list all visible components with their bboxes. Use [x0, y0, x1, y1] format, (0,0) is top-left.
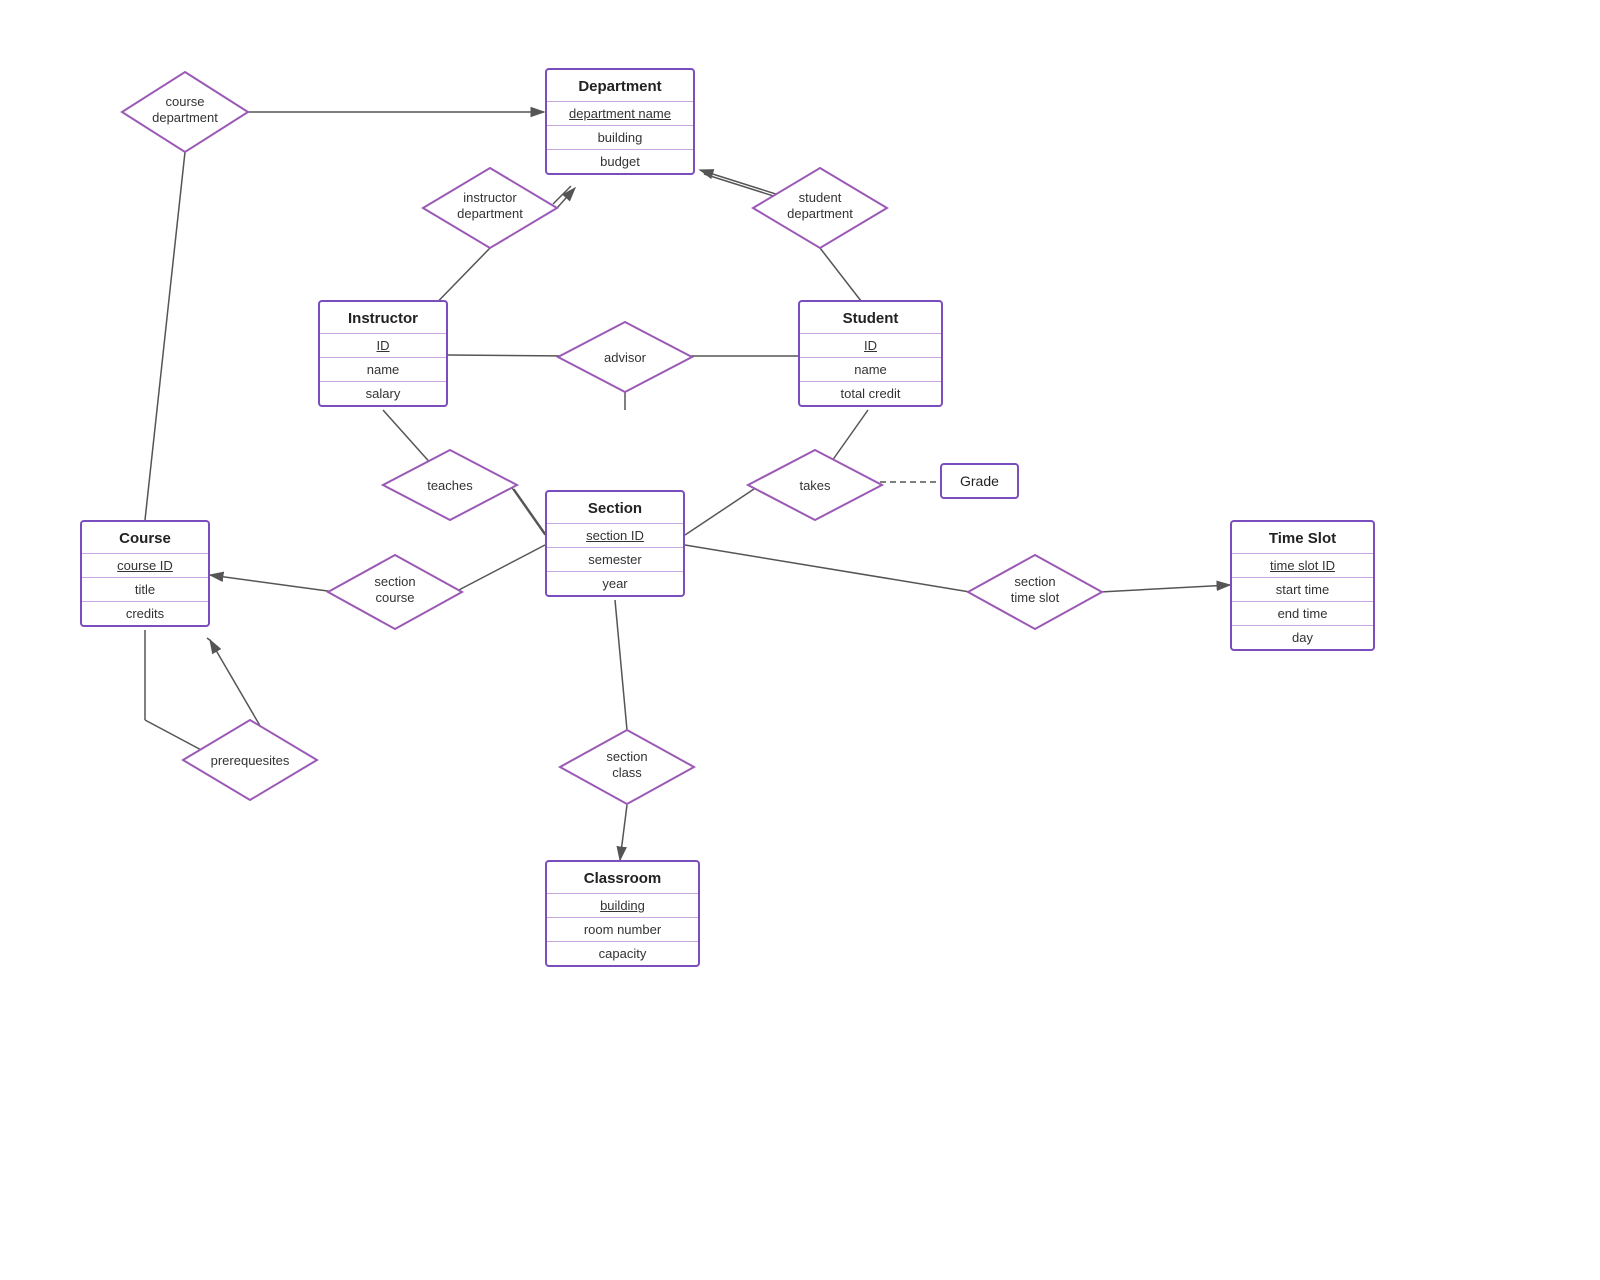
classroom-attr-capacity: capacity: [547, 941, 698, 965]
timeslot-attr-id: time slot ID: [1232, 553, 1373, 577]
student-attr-id: ID: [800, 333, 941, 357]
section-attr-semester: semester: [547, 547, 683, 571]
timeslot-attr-end: end time: [1232, 601, 1373, 625]
student-attr-credit: total credit: [800, 381, 941, 405]
dept-attr-name: department name: [547, 101, 693, 125]
department-entity: Department department name building budg…: [545, 68, 695, 175]
course-attr-credits: credits: [82, 601, 208, 625]
timeslot-title: Time Slot: [1232, 522, 1373, 553]
timeslot-attr-day: day: [1232, 625, 1373, 649]
section-attr-id: section ID: [547, 523, 683, 547]
grade-box: Grade: [940, 463, 1019, 499]
student-entity: Student ID name total credit: [798, 300, 943, 407]
department-title: Department: [547, 70, 693, 101]
classroom-title: Classroom: [547, 862, 698, 893]
dept-attr-building: building: [547, 125, 693, 149]
classroom-entity: Classroom building room number capacity: [545, 860, 700, 967]
svg-text:section: section: [1014, 574, 1055, 589]
svg-text:advisor: advisor: [604, 350, 647, 365]
svg-text:takes: takes: [799, 478, 831, 493]
section-title: Section: [547, 492, 683, 523]
dept-attr-budget: budget: [547, 149, 693, 173]
student-title: Student: [800, 302, 941, 333]
timeslot-entity: Time Slot time slot ID start time end ti…: [1230, 520, 1375, 651]
inst-attr-id: ID: [320, 333, 446, 357]
svg-text:teaches: teaches: [427, 478, 473, 493]
course-attr-title: title: [82, 577, 208, 601]
svg-text:class: class: [612, 765, 642, 780]
svg-text:instructor: instructor: [463, 190, 517, 205]
timeslot-attr-start: start time: [1232, 577, 1373, 601]
svg-text:department: department: [457, 206, 523, 221]
svg-text:section: section: [374, 574, 415, 589]
classroom-attr-room: room number: [547, 917, 698, 941]
svg-text:student: student: [799, 190, 842, 205]
svg-text:prerequesites: prerequesites: [211, 753, 290, 768]
svg-text:course: course: [375, 590, 414, 605]
instructor-title: Instructor: [320, 302, 446, 333]
svg-text:department: department: [787, 206, 853, 221]
inst-attr-name: name: [320, 357, 446, 381]
classroom-attr-building: building: [547, 893, 698, 917]
course-attr-id: course ID: [82, 553, 208, 577]
svg-text:department: department: [152, 110, 218, 125]
svg-text:section: section: [606, 749, 647, 764]
course-entity: Course course ID title credits: [80, 520, 210, 627]
section-entity: Section section ID semester year: [545, 490, 685, 597]
svg-text:time slot: time slot: [1011, 590, 1060, 605]
course-title: Course: [82, 522, 208, 553]
student-attr-name: name: [800, 357, 941, 381]
grade-label: Grade: [960, 473, 999, 489]
svg-text:course: course: [165, 94, 204, 109]
inst-attr-salary: salary: [320, 381, 446, 405]
section-attr-year: year: [547, 571, 683, 595]
instructor-entity: Instructor ID name salary: [318, 300, 448, 407]
